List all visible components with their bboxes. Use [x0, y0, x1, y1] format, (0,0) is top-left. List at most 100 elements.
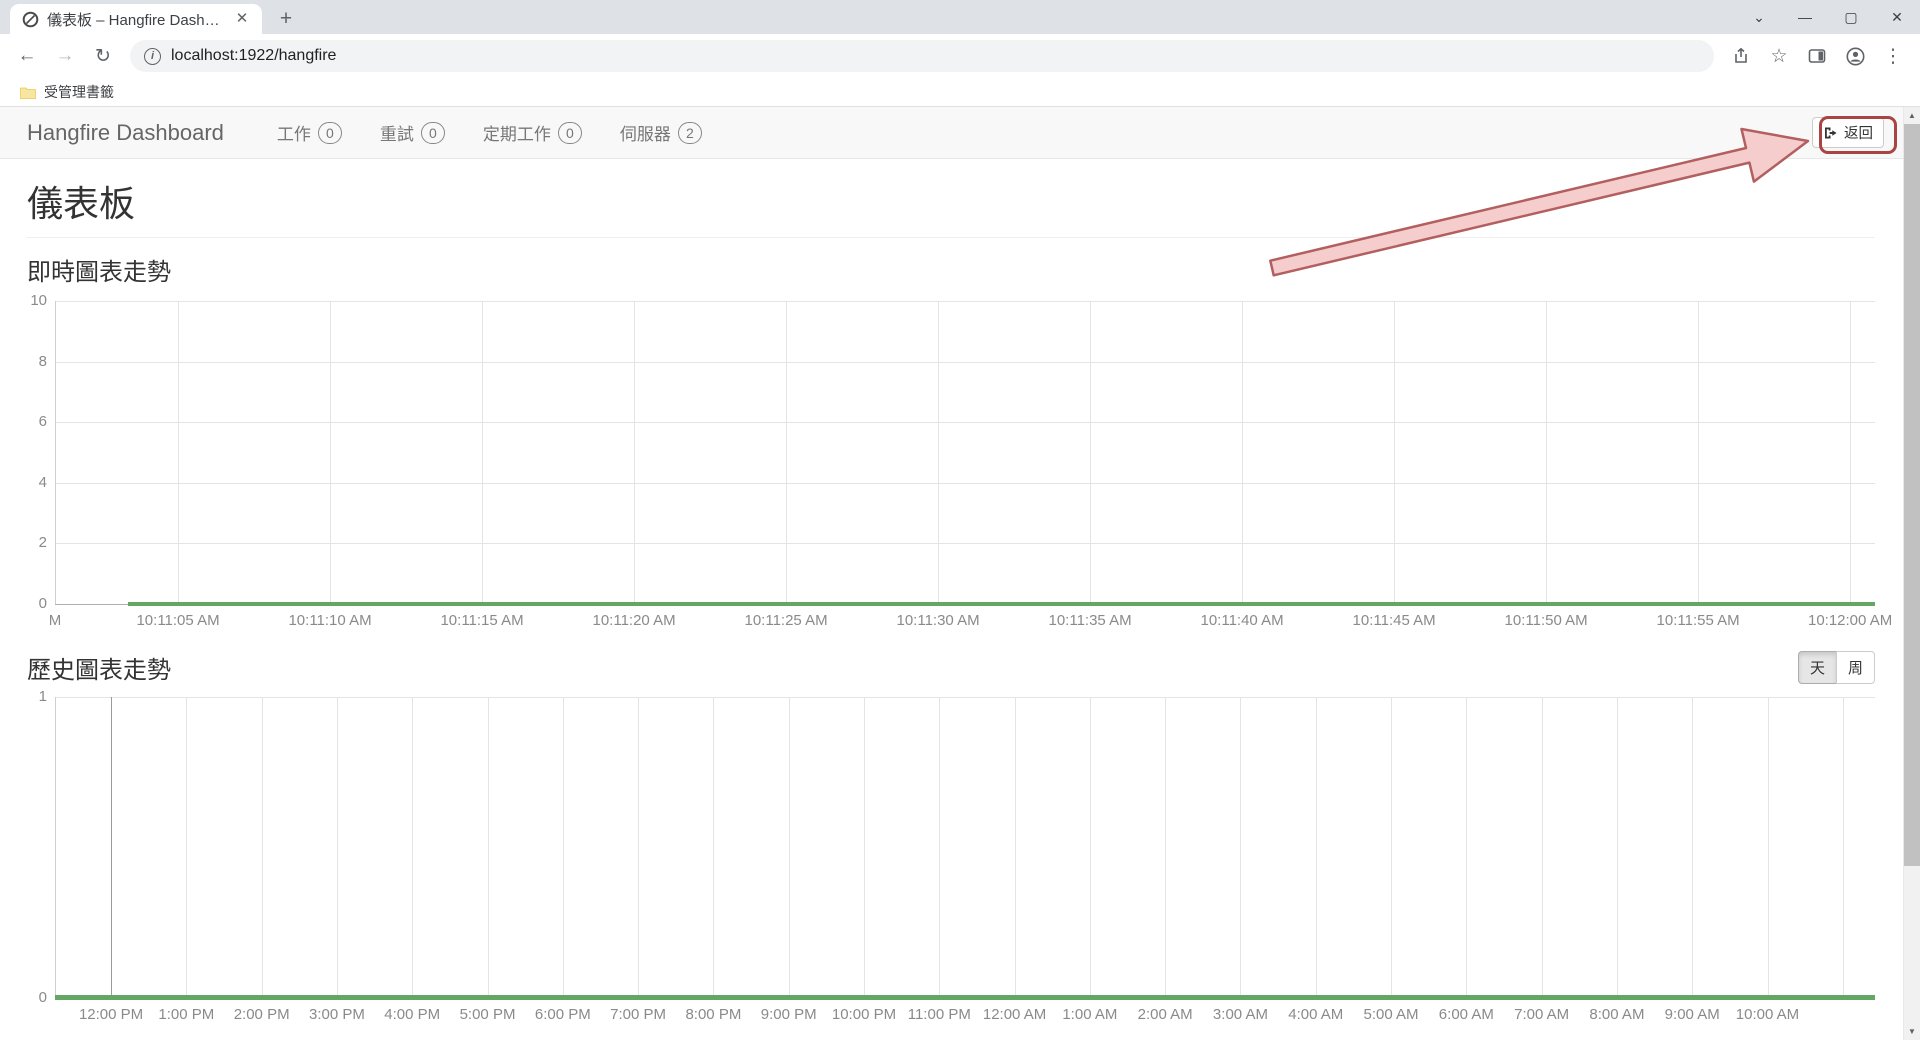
x-tick-label: 10:11:45 AM	[1353, 612, 1436, 629]
window-controls: ⌄ — ▢ ✕	[1736, 0, 1920, 34]
x-tick-label: 7:00 AM	[1514, 1006, 1569, 1023]
x-tick-label: 10:11:55 AM	[1657, 612, 1740, 629]
tab-close-icon[interactable]: ✕	[232, 9, 252, 29]
profile-avatar-icon[interactable]	[1839, 40, 1871, 72]
x-tick-label: 10:11:20 AM	[592, 612, 675, 629]
x-tick-label: 10:11:10 AM	[288, 612, 371, 629]
site-info-icon[interactable]: i	[144, 48, 161, 65]
side-panel-icon[interactable]	[1801, 40, 1833, 72]
browser-tab-strip: 儀表板 – Hangfire Dashboard ✕ + ⌄ — ▢ ✕	[0, 0, 1920, 34]
x-tick-label: 1:00 PM	[158, 1006, 214, 1023]
period-toggle-button[interactable]: 周	[1836, 651, 1875, 684]
browser-menu-icon[interactable]: ⋮	[1877, 40, 1909, 72]
x-tick-label: 3:00 PM	[309, 1006, 365, 1023]
gridline-vertical	[1394, 301, 1395, 604]
scroll-up-icon[interactable]: ▲	[1904, 107, 1920, 124]
x-tick-label: 8:00 PM	[685, 1006, 741, 1023]
y-tick-label: 1	[11, 688, 47, 705]
browser-tab[interactable]: 儀表板 – Hangfire Dashboard ✕	[10, 4, 262, 34]
brand-link[interactable]: Hangfire Dashboard	[27, 120, 224, 146]
gridline-horizontal	[55, 697, 1875, 698]
scroll-down-icon[interactable]: ▼	[1904, 1023, 1920, 1040]
x-tick-label: 6:00 AM	[1439, 1006, 1494, 1023]
bookmarks-bar: 受管理書籤	[0, 78, 1920, 107]
reload-icon[interactable]: ↻	[87, 40, 119, 72]
tab-title: 儀表板 – Hangfire Dashboard	[47, 9, 224, 30]
sign-out-icon	[1823, 126, 1838, 140]
navbar-item-label: 伺服器	[620, 120, 671, 145]
navbar-items: 工作0重試0定期工作0伺服器2	[258, 120, 721, 145]
folder-icon	[20, 86, 36, 99]
maximize-icon[interactable]: ▢	[1828, 9, 1874, 26]
gridline-vertical	[864, 697, 865, 998]
series-line	[55, 995, 1875, 1000]
gridline-vertical	[1692, 697, 1693, 998]
gridline-vertical	[938, 301, 939, 604]
gridline-vertical	[1015, 697, 1016, 998]
x-tick-label: M	[49, 612, 62, 629]
x-tick-label: 10:00 PM	[832, 1006, 896, 1023]
forward-icon[interactable]: →	[49, 40, 81, 72]
hangfire-dashboard-page: Hangfire Dashboard 工作0重試0定期工作0伺服器2 返回 儀表…	[0, 107, 1920, 1040]
page-scrollbar[interactable]: ▲ ▼	[1903, 107, 1920, 1040]
gridline-vertical	[786, 301, 787, 604]
x-tick-label: 11:00 PM	[908, 1006, 971, 1023]
hangfire-navbar: Hangfire Dashboard 工作0重試0定期工作0伺服器2 返回	[0, 107, 1920, 159]
x-tick-label: 9:00 AM	[1665, 1006, 1720, 1023]
y-tick-label: 6	[11, 413, 47, 430]
gridline-vertical	[178, 301, 179, 604]
navbar-item-label: 重試	[380, 120, 414, 145]
history-period-toggle: 天周	[1798, 651, 1875, 684]
gridline-vertical	[1546, 301, 1547, 604]
count-badge: 2	[678, 122, 702, 144]
chart-plot-area: 1086420M10:11:05 AM10:11:10 AM10:11:15 A…	[55, 301, 1875, 604]
x-tick-label: 10:11:15 AM	[440, 612, 523, 629]
gridline-horizontal	[55, 483, 1875, 484]
history-section-header: 歷史圖表走勢 天周	[27, 650, 1875, 685]
minimize-icon[interactable]: —	[1782, 9, 1828, 25]
managed-bookmarks-folder[interactable]: 受管理書籤	[12, 79, 122, 105]
url-text[interactable]: localhost:1922/hangfire	[171, 47, 336, 65]
gridline-horizontal	[55, 422, 1875, 423]
scrollbar-thumb[interactable]	[1904, 124, 1920, 866]
navbar-item-label: 工作	[277, 120, 311, 145]
x-tick-label: 5:00 PM	[460, 1006, 516, 1023]
y-tick-label: 0	[11, 989, 47, 1006]
gridline-vertical	[186, 697, 187, 998]
window-close-icon[interactable]: ✕	[1874, 9, 1920, 26]
page-title: 儀表板	[27, 175, 1875, 227]
chart-plot-area: 1012:00 PM1:00 PM2:00 PM3:00 PM4:00 PM5:…	[55, 697, 1875, 998]
x-tick-label: 4:00 PM	[384, 1006, 440, 1023]
x-tick-label: 5:00 AM	[1364, 1006, 1419, 1023]
x-tick-label: 10:00 AM	[1736, 1006, 1799, 1023]
y-tick-label: 2	[11, 534, 47, 551]
return-button[interactable]: 返回	[1812, 117, 1884, 148]
x-tick-label: 10:11:05 AM	[136, 612, 219, 629]
navbar-item[interactable]: 工作0	[258, 120, 361, 145]
count-badge: 0	[558, 122, 582, 144]
navbar-item[interactable]: 重試0	[361, 120, 464, 145]
gridline-vertical	[563, 697, 564, 998]
period-toggle-button[interactable]: 天	[1798, 651, 1837, 684]
x-tick-label: 12:00 AM	[983, 1006, 1046, 1023]
gridline-vertical	[1316, 697, 1317, 998]
x-tick-label: 10:11:40 AM	[1201, 612, 1284, 629]
gridline-horizontal	[55, 543, 1875, 544]
realtime-section-heading: 即時圖表走勢	[27, 252, 1875, 287]
gridline-horizontal	[55, 362, 1875, 363]
navbar-item[interactable]: 定期工作0	[464, 120, 601, 145]
chart: 1086420M10:11:05 AM10:11:10 AM10:11:15 A…	[55, 301, 1875, 634]
gridline-vertical	[111, 697, 112, 998]
gridline-vertical	[939, 697, 940, 998]
share-icon[interactable]	[1725, 40, 1757, 72]
x-tick-label: 7:00 PM	[610, 1006, 666, 1023]
url-bar[interactable]: i localhost:1922/hangfire	[130, 40, 1714, 72]
x-tick-label: 3:00 AM	[1213, 1006, 1268, 1023]
bookmark-star-icon[interactable]: ☆	[1763, 40, 1795, 72]
navbar-item[interactable]: 伺服器 2	[601, 120, 721, 145]
gridline-vertical	[262, 697, 263, 998]
gridline-vertical	[1240, 697, 1241, 998]
new-tab-button[interactable]: +	[272, 6, 300, 34]
tab-search-chevron-icon[interactable]: ⌄	[1736, 9, 1782, 26]
back-icon[interactable]: ←	[11, 40, 43, 72]
